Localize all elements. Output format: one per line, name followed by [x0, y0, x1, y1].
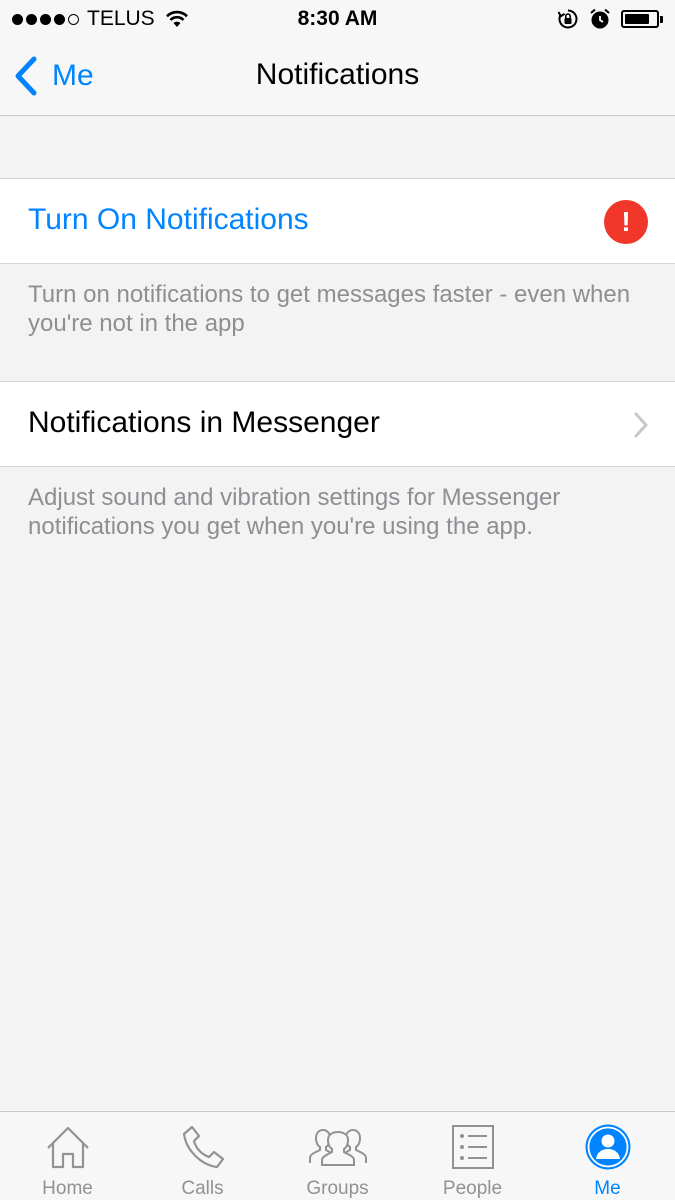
tab-people-label: People — [442, 1178, 503, 1199]
home-icon — [46, 1126, 89, 1169]
page-title: Notifications — [255, 58, 420, 91]
rotation-lock-icon — [557, 9, 578, 29]
groups-icon — [308, 1128, 367, 1166]
notifications-in-messenger-label: Notifications in Messenger — [28, 406, 380, 439]
status-right — [557, 8, 663, 30]
tab-groups[interactable]: Groups — [270, 1112, 405, 1200]
alert-icon: ! — [604, 200, 648, 244]
tab-calls[interactable]: Calls — [135, 1112, 270, 1200]
profile-icon — [585, 1124, 630, 1170]
turn-on-notifications-label: Turn On Notifications — [28, 203, 309, 236]
status-bar: TELUS 8:30 AM — [0, 0, 675, 38]
tab-me-label: Me — [594, 1178, 621, 1199]
tab-bar: Home Calls Groups People Me — [0, 1111, 675, 1200]
tab-me[interactable]: Me — [540, 1112, 675, 1200]
alarm-icon — [590, 8, 610, 29]
chevron-right-icon — [634, 412, 648, 438]
phone-icon — [182, 1125, 224, 1169]
tab-home-label: Home — [42, 1178, 93, 1199]
turn-on-notifications-description: Turn on notifications to get messages fa… — [28, 281, 631, 337]
tab-home[interactable]: Home — [0, 1112, 135, 1200]
notifications-in-messenger-description: Adjust sound and vibration settings for … — [28, 484, 561, 540]
turn-on-notifications-row[interactable]: Turn On Notifications ! — [0, 178, 675, 264]
battery-icon — [621, 10, 663, 28]
navigation-bar: Me Notifications — [0, 38, 675, 116]
people-list-icon — [451, 1125, 494, 1169]
notifications-in-messenger-row[interactable]: Notifications in Messenger — [0, 381, 675, 467]
tab-calls-label: Calls — [181, 1178, 224, 1199]
tab-people[interactable]: People — [405, 1112, 540, 1200]
tab-groups-label: Groups — [306, 1178, 369, 1199]
